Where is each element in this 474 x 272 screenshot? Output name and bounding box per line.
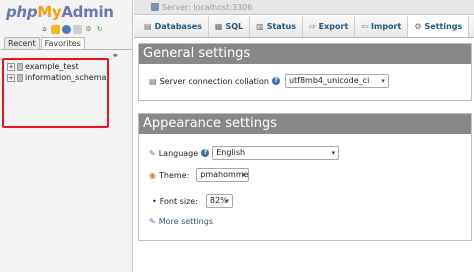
status-icon: ▥ (256, 22, 264, 31)
navigation-panel: phpMyAdmin ⌂ ⚙ ↻ Recent Favorites ⚭ + ex… (0, 0, 133, 272)
collation-label: Server connection collation (159, 76, 269, 86)
server-icon (151, 3, 159, 11)
import-icon: ⇦ (361, 22, 368, 31)
tree-item-example-test[interactable]: + example_test (7, 62, 79, 71)
tab-recent[interactable]: Recent (4, 37, 40, 49)
db-name[interactable]: example_test (25, 62, 79, 71)
database-icon (17, 73, 23, 82)
theme-select[interactable]: pmahomme ▾ (196, 168, 250, 182)
top-menu: ▤ Databases ▦ SQL ▥ Status ⇨ Export ⇦ Im… (134, 16, 474, 38)
main-content: Server: localhost:3306 ▤ Databases ▦ SQL… (134, 0, 474, 272)
chevron-down-icon: ▾ (225, 197, 229, 205)
more-settings-row: ✎ More settings (149, 217, 213, 226)
font-size-label: Font size: (159, 196, 198, 206)
expand-icon[interactable]: + (7, 73, 15, 82)
help-icon[interactable]: ? (201, 149, 210, 157)
menu-status[interactable]: ▥ Status (250, 16, 303, 37)
menu-sql[interactable]: ▦ SQL (209, 16, 251, 37)
help-icon[interactable]: ? (271, 77, 280, 85)
theme-row: ◉ Theme: pmahomme ▾ (149, 168, 250, 182)
language-icon: ✎ (149, 148, 156, 158)
chevron-down-icon: ▾ (381, 77, 385, 85)
home-icon[interactable]: ⌂ (40, 25, 49, 34)
menu-import[interactable]: ⇦ Import (355, 16, 409, 37)
settings-icon: ⚙ (414, 22, 422, 31)
docs-icon[interactable] (73, 25, 82, 34)
link-with-main-icon[interactable]: ⚭ (112, 51, 119, 60)
phpmyadmin-logo[interactable]: phpMyAdmin (6, 3, 114, 21)
wrench-icon: ✎ (149, 217, 156, 226)
logout-icon[interactable] (51, 25, 60, 34)
nav-tabs: Recent Favorites (4, 37, 85, 49)
theme-label: Theme: (158, 170, 190, 180)
server-label[interactable]: Server: localhost:3306 (162, 3, 252, 12)
collation-icon: ▤ (149, 76, 157, 86)
collation-row: ▤ Server connection collation ? utf8mb4_… (149, 74, 389, 88)
language-label: Language (158, 148, 199, 158)
tab-favorites[interactable]: Favorites (40, 37, 85, 49)
appearance-settings-title: Appearance settings (139, 114, 471, 134)
server-breadcrumb: Server: localhost:3306 (134, 0, 474, 15)
language-row: ✎ Language ? English ▾ (149, 146, 340, 160)
general-settings-title: General settings (139, 44, 471, 64)
tree-item-information-schema[interactable]: + information_schema (7, 73, 106, 82)
tabs-divider (0, 49, 132, 50)
font-size-row: • Font size: 82% ▾ (152, 194, 233, 208)
database-icon: ▤ (144, 22, 152, 31)
menu-settings[interactable]: ⚙ Settings (408, 16, 470, 37)
db-name[interactable]: information_schema (25, 73, 106, 82)
chevron-down-icon: ▾ (331, 149, 336, 157)
reload-icon[interactable]: ↻ (95, 25, 104, 34)
quick-links: ⌂ ⚙ ↻ (40, 25, 104, 34)
phpmyadmin-window: phpMyAdmin ⌂ ⚙ ↻ Recent Favorites ⚭ + ex… (0, 0, 474, 272)
theme-icon: ◉ (149, 170, 156, 180)
help-icon[interactable] (62, 25, 71, 34)
expand-icon[interactable]: + (7, 62, 15, 71)
sql-icon: ▦ (214, 22, 223, 31)
bullet-icon: • (152, 196, 157, 206)
settings-icon[interactable]: ⚙ (84, 25, 93, 34)
menu-export[interactable]: ⇨ Export (303, 16, 356, 37)
menu-databases[interactable]: ▤ Databases (134, 16, 209, 37)
chevron-down-icon: ▾ (241, 171, 246, 179)
export-icon: ⇨ (308, 22, 316, 31)
appearance-settings-panel: Appearance settings ✎ Language ? English… (138, 113, 472, 241)
general-settings-panel: General settings ▤ Server connection col… (138, 43, 472, 101)
font-size-select[interactable]: 82% ▾ (205, 194, 233, 208)
more-settings-link[interactable]: More settings (159, 217, 213, 226)
database-icon (17, 62, 23, 71)
language-select[interactable]: English ▾ (212, 146, 340, 160)
collation-select[interactable]: utf8mb4_unicode_ci ▾ (284, 74, 389, 88)
